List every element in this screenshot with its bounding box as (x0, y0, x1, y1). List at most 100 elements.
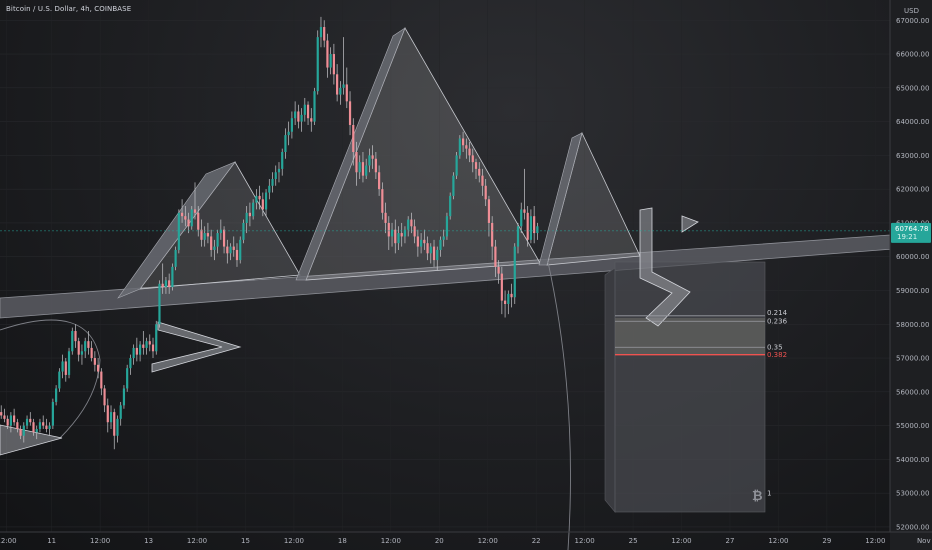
candle-body (200, 229, 203, 240)
candle-body (42, 422, 45, 426)
candle-body (323, 27, 326, 41)
svg-text:₿: ₿ (752, 489, 763, 504)
candle (74, 324, 77, 348)
candle-body (461, 138, 465, 146)
candle (0, 405, 3, 419)
candle-body (87, 341, 90, 348)
candle-body (387, 222, 390, 237)
candle-body (252, 202, 255, 217)
time-tick-label: 12:00 (865, 537, 885, 545)
candle-body (177, 212, 180, 250)
candle (90, 341, 93, 362)
time-tick-label: 12:00 (284, 537, 304, 545)
candle-body (449, 195, 452, 217)
candle (142, 331, 145, 355)
candle (290, 111, 293, 139)
candle-body (513, 246, 516, 298)
price-tick-label: 52000.00 (896, 523, 929, 531)
price-tick-label: 65000.00 (896, 84, 929, 92)
countdown-value: 19:21 (897, 233, 917, 241)
candle-body (38, 422, 42, 429)
candle-body (436, 249, 439, 261)
fib-label: 0.236 (767, 318, 788, 326)
candle (303, 97, 306, 122)
fib-label: 0.382 (767, 351, 787, 359)
candle-body (397, 233, 400, 244)
candle (67, 347, 71, 379)
candle-body (294, 111, 297, 119)
candle (155, 320, 158, 355)
chart-area[interactable]: 0.214 0.236 0.35 0.382 1 USD 67000.00 66000.0… (0, 0, 932, 550)
candle (345, 67, 348, 109)
candle (274, 165, 277, 186)
candle-body (423, 239, 426, 244)
candle-body (452, 175, 455, 196)
candle-body (71, 331, 74, 352)
candle (71, 327, 74, 355)
candle-body (45, 425, 48, 429)
candle-body (523, 209, 526, 213)
candle-body (445, 216, 449, 237)
candle-body (35, 428, 38, 433)
candle-body (6, 418, 9, 426)
candle (174, 246, 177, 271)
candle-body (394, 229, 397, 244)
candle-body (271, 179, 274, 186)
candle (455, 152, 458, 180)
candle (536, 222, 539, 240)
candle (323, 20, 326, 48)
candle-body (500, 273, 503, 301)
candle-body (122, 388, 126, 406)
candle-body (13, 415, 16, 423)
currency-label: USD (904, 7, 919, 15)
candle (445, 212, 449, 240)
time-tick-label: 22 (532, 537, 541, 545)
fib-label: 0.214 (767, 309, 788, 317)
candle-body (84, 341, 87, 352)
candle-body (261, 199, 264, 210)
candle-body (229, 246, 232, 254)
price-chart[interactable]: 0.2140.2360.350.3821 USD 67000.0066000.0… (0, 0, 932, 550)
candle-body (365, 165, 368, 176)
price-tick-label: 62000.00 (896, 186, 929, 194)
candle-body (368, 155, 371, 166)
candle-body (148, 341, 151, 345)
candle-body (48, 425, 51, 429)
candle-body (281, 152, 284, 169)
candle-body (197, 212, 200, 230)
candle-body (268, 185, 271, 193)
candle-body (155, 324, 158, 352)
price-tick-label: 58000.00 (896, 321, 929, 329)
candle-body (371, 155, 374, 159)
candle-body (158, 283, 161, 325)
candle-body (533, 216, 536, 234)
candle-body (51, 401, 54, 426)
candle (177, 209, 180, 254)
candle-body (219, 229, 222, 234)
candle (3, 408, 6, 423)
candle-body (190, 209, 193, 227)
symbol-title: Bitcoin / U.S. Dollar, 4h, COINBASE (6, 5, 132, 13)
candle-body (361, 162, 365, 176)
candle-body (413, 226, 416, 237)
candle-body (25, 418, 29, 426)
candle-body (132, 347, 135, 359)
candle-body (0, 412, 3, 416)
candle (80, 344, 84, 365)
candle-body (93, 358, 96, 365)
candle-body (77, 341, 80, 355)
time-tick-label: 12:00 (575, 537, 595, 545)
candle-body (326, 40, 329, 68)
candle-body (471, 155, 474, 163)
time-tick-label: 12:00 (381, 537, 401, 545)
candle-body (352, 124, 355, 152)
candle (100, 368, 103, 396)
time-tick-label: 20 (435, 537, 444, 545)
candle-body (55, 388, 58, 402)
candle (271, 172, 274, 193)
candle-body (491, 222, 494, 247)
candle (316, 30, 319, 95)
candle (500, 266, 503, 315)
candle-body (100, 371, 103, 389)
price-tick-label: 56000.00 (896, 388, 929, 396)
